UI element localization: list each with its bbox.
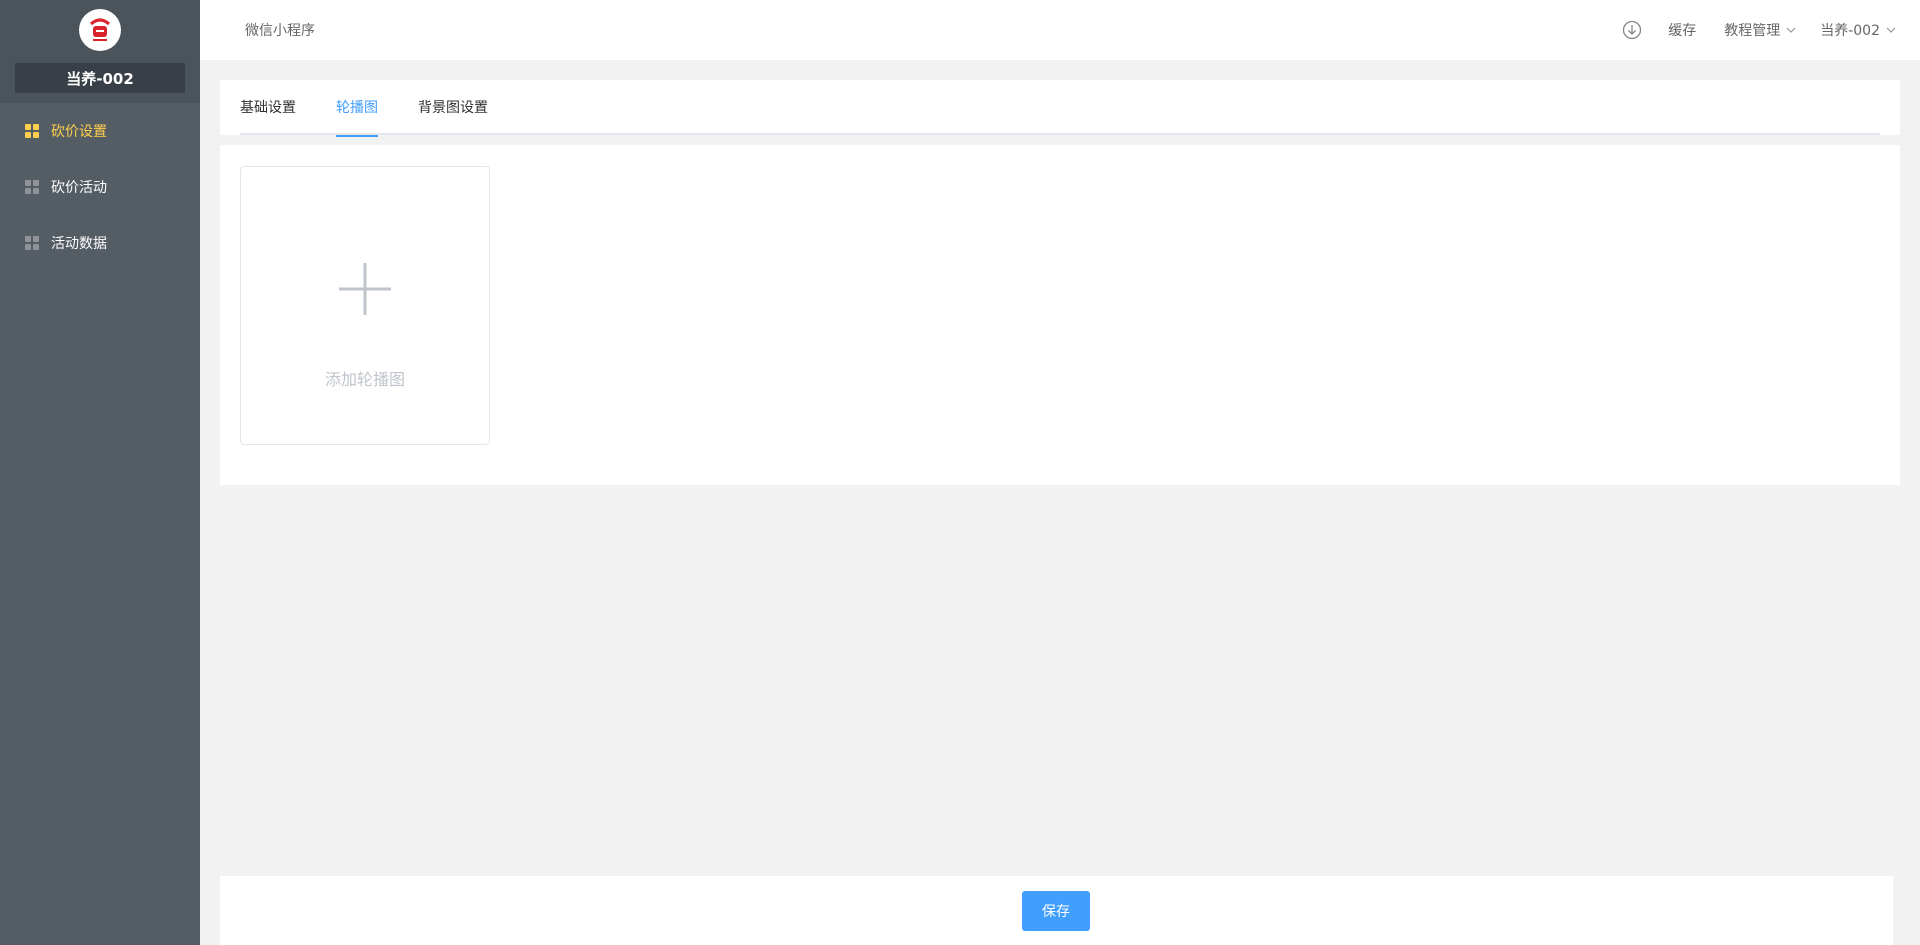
user-dropdown-label: 当养-002 bbox=[1820, 23, 1880, 39]
grid-icon bbox=[25, 180, 39, 194]
chevron-down-icon bbox=[1786, 26, 1796, 34]
top-header: 微信小程序 缓存 教程管理 当养-002 bbox=[200, 0, 1920, 60]
tab-carousel[interactable]: 轮播图 bbox=[336, 80, 378, 137]
header-actions: 缓存 教程管理 当养-002 bbox=[1622, 0, 1920, 60]
add-carousel-button[interactable]: 添加轮播图 bbox=[240, 166, 490, 445]
logo-mark-icon bbox=[81, 11, 119, 49]
footer-bar: 保存 bbox=[220, 876, 1893, 945]
sidebar-item-bargain-settings[interactable]: 砍价设置 bbox=[0, 103, 200, 159]
sidebar-item-activity-data[interactable]: 活动数据 bbox=[0, 215, 200, 271]
sidebar-item-label: 砍价设置 bbox=[51, 124, 107, 140]
store-name: 当养-002 bbox=[15, 63, 185, 93]
tutorial-dropdown[interactable]: 教程管理 bbox=[1724, 20, 1796, 40]
tab-card: 基础设置 轮播图 背景图设置 bbox=[220, 80, 1900, 137]
save-button[interactable]: 保存 bbox=[1022, 891, 1090, 931]
user-dropdown[interactable]: 当养-002 bbox=[1820, 20, 1896, 40]
sidebar-item-label: 活动数据 bbox=[51, 236, 107, 252]
breadcrumb[interactable]: 微信小程序 bbox=[245, 20, 315, 40]
tab-background-settings[interactable]: 背景图设置 bbox=[418, 80, 488, 135]
plus-icon bbox=[339, 263, 391, 315]
settings-tabs: 基础设置 轮播图 背景图设置 bbox=[240, 80, 1880, 137]
sidebar-item-bargain-activities[interactable]: 砍价活动 bbox=[0, 159, 200, 215]
tutorial-dropdown-label: 教程管理 bbox=[1724, 23, 1781, 39]
carousel-panel: 添加轮播图 bbox=[220, 145, 1900, 485]
chevron-down-icon bbox=[1886, 26, 1896, 34]
grid-icon bbox=[25, 236, 39, 250]
add-carousel-label: 添加轮播图 bbox=[324, 370, 405, 389]
cache-link[interactable]: 缓存 bbox=[1668, 20, 1696, 40]
grid-icon bbox=[25, 124, 39, 138]
brand-logo[interactable] bbox=[79, 9, 121, 51]
tab-basic-settings[interactable]: 基础设置 bbox=[240, 80, 296, 135]
sidebar-header: 当养-002 bbox=[0, 0, 200, 103]
sidebar-item-label: 砍价活动 bbox=[51, 180, 107, 196]
download-icon[interactable] bbox=[1622, 20, 1642, 40]
sidebar-menu: 砍价设置 砍价活动 活动数据 bbox=[0, 103, 200, 271]
sidebar: 当养-002 砍价设置 砍价活动 活动数据 bbox=[0, 0, 200, 945]
